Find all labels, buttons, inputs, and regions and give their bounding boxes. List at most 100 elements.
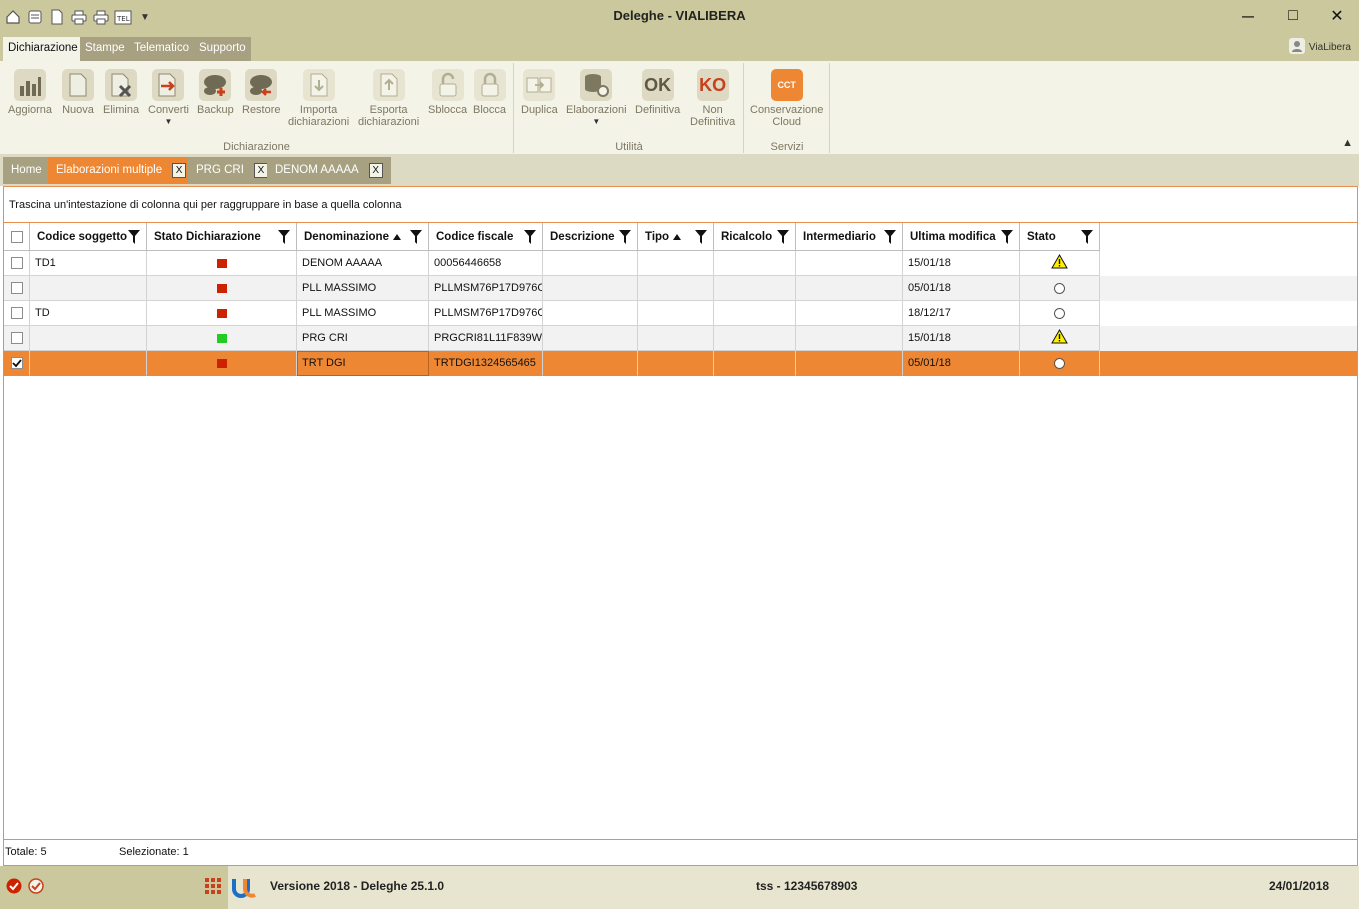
column-header-codice-soggetto[interactable]: Codice soggetto [30,223,147,251]
filter-icon[interactable] [524,230,536,247]
cell-denominazione[interactable]: PRG CRI [297,326,429,351]
menu-tab-stampe[interactable]: Stampe [80,37,130,61]
definitiva-button[interactable]: OK Definitiva [635,69,680,116]
duplica-button[interactable]: Duplica [521,69,558,116]
cell-codice[interactable] [30,351,147,376]
filter-icon[interactable] [410,230,422,247]
cell-stato[interactable] [1020,276,1100,301]
cell-denominazione[interactable]: PLL MASSIMO [297,301,429,326]
cell-stato[interactable] [1020,351,1100,376]
customize-dropdown-icon[interactable]: ▼ [136,8,154,26]
tab-home[interactable]: Home [3,157,50,184]
column-header-stato-dichiarazione[interactable]: Stato Dichiarazione [147,223,297,251]
cell-intermediario[interactable] [796,251,903,276]
cell-descrizione[interactable] [543,351,638,376]
cell-tipo[interactable] [638,276,714,301]
filter-icon[interactable] [884,230,896,247]
cell-stato-dich[interactable] [147,301,297,326]
column-header-ultima-modifica[interactable]: Ultima modifica [903,223,1020,251]
restore-button[interactable]: Restore [242,69,281,116]
cell-descrizione[interactable] [543,251,638,276]
column-header-denominazione[interactable]: Denominazione [297,223,429,251]
backup-button[interactable]: Backup [197,69,234,116]
cell-ricalcolo[interactable] [714,351,796,376]
cell-modifica[interactable]: 05/01/18 [903,276,1020,301]
table-row[interactable]: TD PLL MASSIMO PLLMSM76P17D976O 18/12/17 [4,301,1357,326]
cell-descrizione[interactable] [543,326,638,351]
cell-denominazione[interactable]: DENOM AAAAA [297,251,429,276]
cell-tipo[interactable] [638,326,714,351]
importa-dichiarazioni-button[interactable]: Importa dichiarazioni [288,69,349,128]
cell-modifica[interactable]: 15/01/18 [903,326,1020,351]
close-button[interactable]: ✕ [1323,5,1351,27]
filter-icon[interactable] [128,230,140,247]
cell-stato[interactable] [1020,326,1100,351]
group-by-hint[interactable]: Trascina un'intestazione di colonna qui … [9,199,401,211]
cell-modifica[interactable]: 05/01/18 [903,351,1020,376]
elimina-button[interactable]: Elimina [103,69,139,116]
cell-intermediario[interactable] [796,326,903,351]
home-icon[interactable] [4,8,22,26]
collapse-ribbon-icon[interactable]: ▲ [1342,137,1353,149]
column-header-tipo[interactable]: Tipo [638,223,714,251]
select-all-checkbox[interactable] [10,230,23,243]
cell-descrizione[interactable] [543,276,638,301]
cell-stato-dich[interactable] [147,326,297,351]
converti-button[interactable]: Converti ▼ [148,69,189,128]
filter-icon[interactable] [1001,230,1013,247]
filter-icon[interactable] [1081,230,1093,247]
table-row[interactable]: TD1 DENOM AAAAA 00056446658 15/01/18 [4,251,1357,276]
cell-cf[interactable]: PRGCRI81L11F839W [429,326,543,351]
cell-intermediario[interactable] [796,301,903,326]
column-header-descrizione[interactable]: Descrizione [543,223,638,251]
menu-tab-telematico[interactable]: Telematico [129,37,194,61]
cell-stato[interactable] [1020,251,1100,276]
cell-codice[interactable]: TD1 [30,251,147,276]
column-header-codice-fiscale[interactable]: Codice fiscale [429,223,543,251]
sblocca-button[interactable]: Sblocca [428,69,467,116]
minimize-button[interactable]: — [1234,5,1262,27]
telematico-icon[interactable]: TEL [114,8,132,26]
document-icon[interactable] [48,8,66,26]
print-icon[interactable] [70,8,88,26]
database-icon[interactable] [26,8,44,26]
tab-denom-aaaaa[interactable]: DENOM AAAAA X [267,157,391,184]
table-row[interactable]: PLL MASSIMO PLLMSM76P17D976O 05/01/18 [4,276,1357,301]
nuova-button[interactable]: Nuova [62,69,94,116]
cell-ricalcolo[interactable] [714,276,796,301]
menu-tab-supporto[interactable]: Supporto [194,37,251,61]
row-checkbox[interactable] [10,332,23,344]
row-checkbox[interactable] [10,357,23,369]
cell-ricalcolo[interactable] [714,301,796,326]
cell-ricalcolo[interactable] [714,251,796,276]
cell-codice[interactable] [30,326,147,351]
cell-denominazione[interactable]: TRT DGI [297,351,429,376]
close-tab-button[interactable]: X [253,163,268,178]
tab-prg-cri[interactable]: PRG CRI X [188,157,276,184]
cell-stato-dich[interactable] [147,351,297,376]
row-checkbox[interactable] [10,257,23,269]
filter-icon[interactable] [278,230,290,247]
cell-codice[interactable]: TD [30,301,147,326]
cell-stato-dich[interactable] [147,276,297,301]
close-tab-button[interactable]: X [172,163,187,178]
cell-tipo[interactable] [638,351,714,376]
cell-modifica[interactable]: 18/12/17 [903,301,1020,326]
row-checkbox[interactable] [10,282,23,294]
check-outline-icon[interactable] [28,878,44,897]
column-header-ricalcolo[interactable]: Ricalcolo [714,223,796,251]
filter-icon[interactable] [695,230,707,247]
table-row[interactable]: PRG CRI PRGCRI81L11F839W 15/01/18 [4,326,1357,351]
cell-stato-dich[interactable] [147,251,297,276]
row-checkbox[interactable] [10,307,23,319]
cell-cf[interactable]: PLLMSM76P17D976O [429,276,543,301]
table-row[interactable]: TRT DGI TRTDGI1324565465 05/01/18 [4,351,1357,376]
cell-descrizione[interactable] [543,301,638,326]
filter-icon[interactable] [619,230,631,247]
menu-tab-dichiarazione[interactable]: Dichiarazione [3,37,83,61]
user-menu[interactable]: ViaLibera [1288,38,1351,57]
cell-codice[interactable] [30,276,147,301]
cell-denominazione[interactable]: PLL MASSIMO [297,276,429,301]
tab-elaborazioni-multiple[interactable]: Elaborazioni multiple X [48,157,195,184]
cell-ricalcolo[interactable] [714,326,796,351]
